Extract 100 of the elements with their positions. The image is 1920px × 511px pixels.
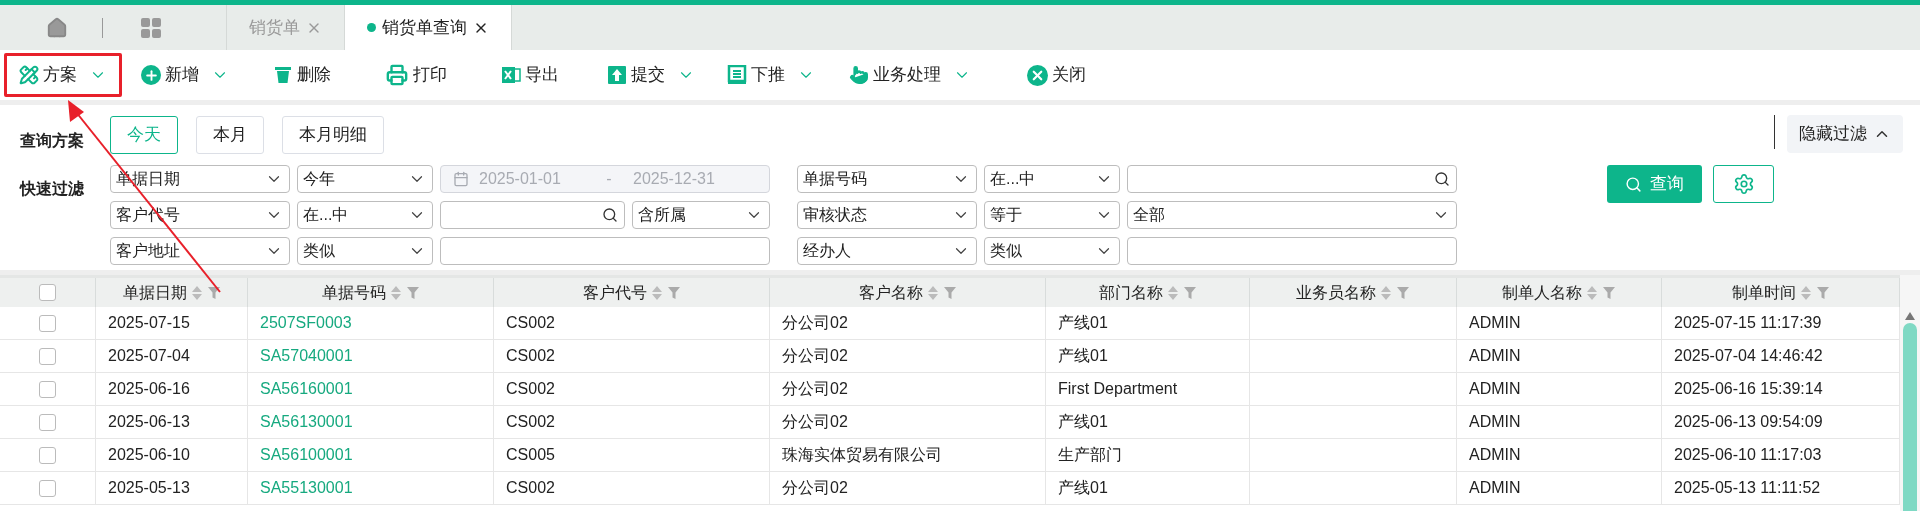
filter-icon[interactable]	[206, 285, 221, 300]
dropdown-select[interactable]: 客户地址	[110, 237, 290, 265]
search-icon	[602, 207, 618, 223]
column-header[interactable]: 业务员名称	[1296, 280, 1376, 305]
filter-icon[interactable]	[1815, 285, 1830, 300]
table-cell-text: 分公司02	[782, 412, 848, 432]
sort-icon[interactable]	[1799, 284, 1812, 301]
filter-icon[interactable]	[1182, 285, 1197, 300]
plan-option-button[interactable]: 本月明细	[282, 116, 384, 154]
sort-icon[interactable]	[650, 284, 663, 301]
table-cell-text: ADMIN	[1469, 445, 1521, 465]
text-field[interactable]	[1127, 237, 1457, 265]
filter-icon[interactable]	[666, 285, 681, 300]
column-header[interactable]: 客户名称	[858, 280, 923, 305]
sort-icon[interactable]	[1380, 284, 1392, 301]
toolbar-button[interactable]: 方案	[4, 53, 122, 97]
table-cell-text: 产线01	[1058, 313, 1108, 333]
table-cell-text: 2025-06-13	[108, 412, 190, 432]
table-cell-text: ADMIN	[1469, 346, 1521, 366]
scrollbar-thumb[interactable]	[1903, 323, 1917, 511]
text-field[interactable]	[440, 237, 770, 265]
settings-button[interactable]	[1713, 165, 1774, 203]
dropdown-select[interactable]: 全部	[1127, 201, 1457, 229]
table-cell-text: 产线01	[1058, 478, 1108, 498]
plan-option-button[interactable]: 本月	[196, 116, 264, 154]
dropdown-select[interactable]: 在...中	[984, 165, 1120, 193]
toolbar-button[interactable]: 删除	[258, 53, 346, 97]
filter-icon[interactable]	[942, 285, 957, 300]
printer-icon	[385, 64, 409, 86]
dropdown-select[interactable]: 含所属	[632, 201, 770, 229]
column-header[interactable]: 部门名称	[1098, 280, 1163, 305]
checkbox[interactable]	[39, 380, 56, 398]
dropdown-select[interactable]: 类似	[297, 237, 433, 265]
table-cell-text: ADMIN	[1469, 313, 1521, 333]
dropdown-select[interactable]: 经办人	[797, 237, 977, 265]
close-icon	[1027, 64, 1048, 86]
table-cell-text: 2025-06-16	[108, 379, 190, 399]
search-field[interactable]	[1127, 165, 1457, 193]
table-cell-text: 分公司02	[782, 313, 848, 333]
table-cell-text: 2025-07-15	[108, 313, 190, 333]
table-cell-text: CS002	[506, 478, 555, 498]
toolbar-button[interactable]: 导出	[486, 53, 574, 97]
search-icon	[1625, 175, 1642, 193]
spreadsheet-icon	[501, 65, 521, 85]
search-field[interactable]	[440, 201, 625, 229]
table-cell-text: CS005	[506, 445, 555, 465]
page-tab[interactable]: 销货单查询	[344, 5, 511, 50]
home-icon[interactable]	[46, 16, 68, 39]
column-header[interactable]: 单据日期	[122, 280, 187, 305]
sort-icon[interactable]	[1586, 284, 1598, 301]
table-cell-text: 2025-07-04	[108, 346, 190, 366]
filter-icon[interactable]	[1602, 285, 1616, 300]
toolbar-button[interactable]: 打印	[370, 53, 462, 97]
column-header[interactable]: 制单时间	[1731, 280, 1796, 305]
sort-icon[interactable]	[926, 284, 939, 301]
toolbar-button[interactable]: 业务处理	[834, 53, 986, 97]
hide-filter-button[interactable]: 隐藏过滤	[1787, 115, 1903, 153]
sort-icon[interactable]	[190, 284, 203, 301]
table-cell-text: 2025-05-13	[108, 478, 190, 498]
settings-icon	[1732, 173, 1755, 195]
table-cell-text: CS002	[506, 313, 555, 333]
column-header[interactable]: 客户代号	[582, 280, 647, 305]
dropdown-select[interactable]: 类似	[984, 237, 1120, 265]
sort-icon[interactable]	[1166, 284, 1179, 301]
column-header[interactable]: 单据号码	[321, 280, 386, 305]
toolbar-button[interactable]: 关闭	[1012, 53, 1101, 97]
toolbar-button[interactable]: 新增	[126, 53, 244, 97]
table-cell-text: 珠海实体贸易有限公司	[782, 445, 942, 465]
dropdown-select[interactable]: 单据号码	[797, 165, 977, 193]
dropdown-select[interactable]: 在...中	[297, 201, 433, 229]
calendar-icon	[453, 171, 469, 187]
toolbar-button[interactable]: 下推	[712, 53, 830, 97]
filter-icon[interactable]	[405, 285, 420, 300]
checkbox[interactable]	[39, 446, 56, 464]
checkbox[interactable]	[39, 479, 56, 497]
dropdown-select[interactable]: 等于	[984, 201, 1120, 229]
table-cell-text: 2025-06-13 09:54:09	[1674, 412, 1823, 432]
toolbar-button[interactable]: 提交	[592, 53, 710, 97]
table-cell-text: First Department	[1058, 379, 1178, 399]
table-cell-text: 2025-06-16 15:39:14	[1674, 379, 1823, 399]
dropdown-select[interactable]: 审核状态	[797, 201, 977, 229]
sort-icon[interactable]	[389, 284, 402, 301]
grid-icon[interactable]	[139, 15, 163, 40]
pencil-ruler-icon	[19, 65, 39, 85]
table-cell-text: 2025-07-15 11:17:39	[1674, 313, 1822, 333]
column-header[interactable]: 制单人名称	[1502, 280, 1582, 305]
table-cell-text: 分公司02	[782, 346, 848, 366]
table-cell-text: ADMIN	[1469, 478, 1521, 498]
trash-icon	[273, 65, 293, 85]
checkbox[interactable]	[39, 284, 56, 301]
checkbox[interactable]	[39, 413, 56, 431]
table-cell-text: 2025-06-10 11:17:03	[1674, 445, 1822, 465]
scroll-up-icon[interactable]	[1905, 312, 1915, 320]
filter-icon[interactable]	[1396, 285, 1410, 300]
checkbox[interactable]	[39, 314, 56, 332]
dropdown-select[interactable]: 今年	[297, 165, 433, 193]
table-cell-text: 2025-06-10	[108, 445, 190, 465]
query-plan-label: 查询方案	[20, 131, 85, 151]
checkbox[interactable]	[39, 347, 56, 365]
table-cell-text: CS002	[506, 379, 555, 399]
